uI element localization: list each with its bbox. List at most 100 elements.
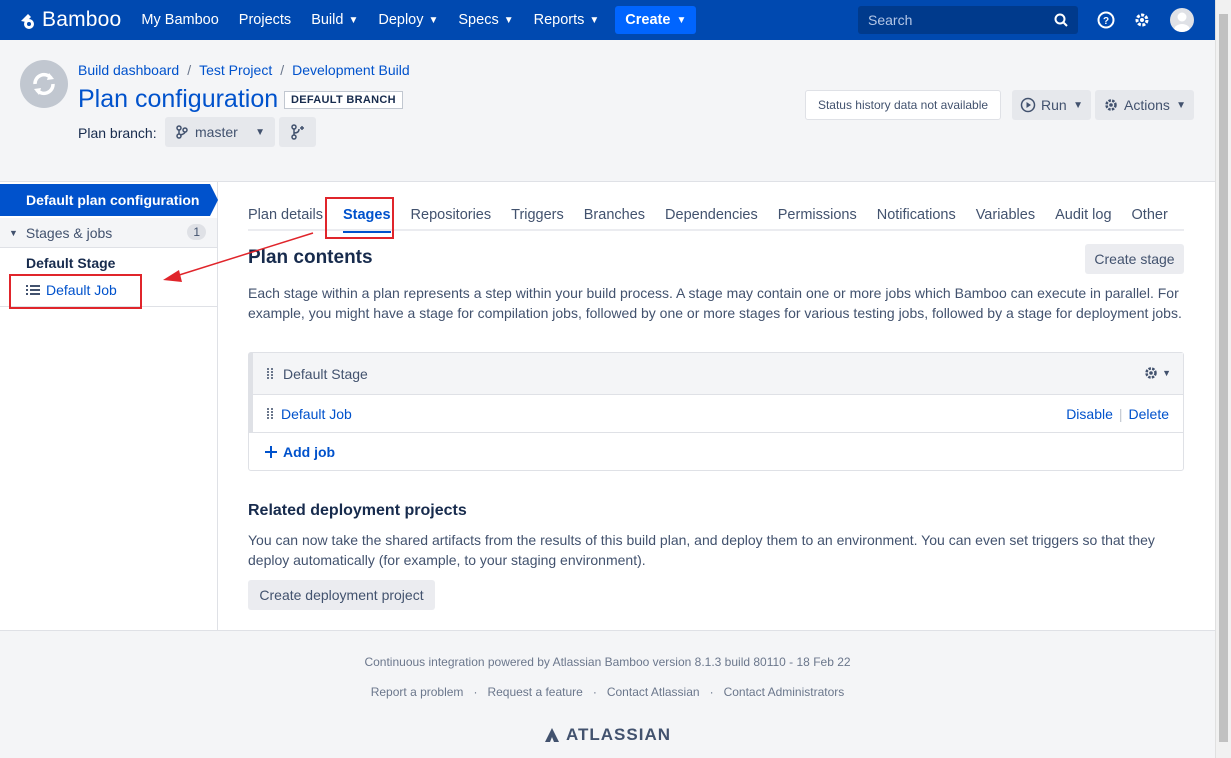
sidebar-item-default-stage[interactable]: Default Stage (26, 255, 115, 271)
status-history-box: Status history data not available (805, 90, 1001, 120)
tab-audit-log[interactable]: Audit log (1055, 207, 1111, 231)
tab-plan-details[interactable]: Plan details (248, 207, 323, 231)
action-separator: | (1118, 406, 1123, 422)
run-button[interactable]: Run ▼ (1012, 90, 1091, 120)
actions-button[interactable]: Actions ▼ (1095, 90, 1194, 120)
request-feature-link[interactable]: Request a feature (487, 685, 582, 699)
breadcrumb-project[interactable]: Test Project (199, 62, 272, 78)
tab-permissions[interactable]: Permissions (778, 207, 857, 231)
help-icon[interactable]: ? (1096, 10, 1116, 30)
tab-notifications[interactable]: Notifications (877, 207, 956, 231)
tab-repositories[interactable]: Repositories (411, 207, 492, 231)
nav-specs[interactable]: Specs ▼ (458, 12, 513, 28)
plus-icon (265, 446, 277, 458)
create-branch-button[interactable] (279, 117, 316, 147)
atlassian-wordmark: ATLASSIAN (565, 725, 671, 744)
nav-label: Reports (533, 12, 585, 28)
sidebar-item-default-plan-configuration[interactable]: Default plan configuration (0, 184, 218, 216)
user-avatar[interactable] (1170, 8, 1194, 32)
stage-settings-button[interactable]: ▼ (1143, 365, 1171, 381)
nav-reports[interactable]: Reports ▼ (534, 12, 600, 28)
job-link[interactable]: Default Job (281, 406, 352, 422)
top-navigation-bar: Bamboo My Bamboo Projects Build ▼ Deploy ▼… (0, 0, 1215, 40)
highlight-default-job (9, 274, 142, 309)
chevron-down-icon: ▼ (348, 14, 359, 26)
stage-header[interactable]: Default Stage ▼ (249, 353, 1183, 395)
nav-my-bamboo[interactable]: My Bamboo (141, 12, 218, 28)
drag-handle-icon[interactable] (267, 407, 275, 420)
nav-label: Deploy (378, 12, 424, 28)
contact-admins-link[interactable]: Contact Administrators (724, 685, 845, 699)
gear-icon (1105, 99, 1117, 111)
drag-handle-icon[interactable] (267, 367, 275, 380)
footer-separator: · (473, 685, 478, 699)
config-sidebar: Default plan configuration ▼ Stages & jo… (0, 182, 218, 631)
nav-label: Specs (458, 12, 499, 28)
disable-job-link[interactable]: Disable (1066, 406, 1113, 422)
sidebar-group-label: Stages & jobs (25, 224, 113, 241)
search-input[interactable]: Search (858, 6, 1078, 34)
content-area: Default plan configuration ▼ Stages & jo… (0, 181, 1215, 631)
delete-job-link[interactable]: Delete (1129, 406, 1169, 422)
create-stage-button[interactable]: Create stage (1085, 244, 1184, 274)
page-scrollbar[interactable] (1215, 0, 1231, 758)
run-label: Run (1041, 97, 1067, 113)
bamboo-logo[interactable]: Bamboo (18, 8, 121, 32)
chevron-down-icon: ▼ (9, 227, 18, 238)
create-button[interactable]: Create ▼ (615, 6, 697, 34)
search-icon (1054, 13, 1068, 27)
add-job-button[interactable]: Add job (265, 444, 335, 460)
footer-separator: · (592, 685, 597, 699)
branch-select[interactable]: master ▼ (165, 117, 275, 147)
chevron-down-icon: ▼ (1162, 368, 1171, 378)
job-actions: Disable | Delete (1066, 406, 1169, 422)
bamboo-logo-icon (21, 14, 34, 29)
stage-container: Default Stage ▼ Default Job Disable | De… (248, 352, 1184, 471)
breadcrumb-separator: / (280, 62, 285, 78)
nav-deploy[interactable]: Deploy ▼ (378, 12, 438, 28)
plan-contents-description: Each stage within a plan represents a st… (248, 285, 1182, 321)
gear-icon[interactable] (1132, 10, 1152, 30)
svg-text:?: ? (1103, 16, 1109, 27)
search-placeholder: Search (868, 12, 913, 28)
tab-dependencies[interactable]: Dependencies (665, 207, 758, 231)
nav-build[interactable]: Build ▼ (311, 12, 358, 28)
atlassian-logo-icon (544, 728, 559, 742)
report-problem-link[interactable]: Report a problem (371, 685, 464, 699)
tab-variables[interactable]: Variables (976, 207, 1035, 231)
plan-contents-heading: Plan contents (248, 247, 373, 268)
actions-label: Actions (1124, 97, 1170, 113)
play-icon (1020, 97, 1036, 113)
plan-branch-label: Plan branch: (78, 125, 157, 141)
job-row: Default Job Disable | Delete (249, 395, 1183, 433)
branch-value: master (195, 124, 238, 140)
tab-triggers[interactable]: Triggers (511, 207, 564, 231)
atlassian-logo[interactable]: ATLASSIAN (0, 725, 1215, 745)
footer-version-text: Continuous integration powered by Atlass… (364, 655, 851, 669)
breadcrumb: Build dashboard / Test Project / Develop… (78, 62, 410, 78)
scrollbar-thumb[interactable] (1219, 14, 1228, 742)
chevron-down-icon: ▼ (255, 126, 265, 138)
breadcrumb-separator: / (187, 62, 192, 78)
create-deployment-project-button[interactable]: Create deployment project (248, 580, 435, 610)
plan-status-icon (20, 60, 68, 108)
branch-icon (176, 125, 188, 139)
breadcrumb-build-dashboard[interactable]: Build dashboard (78, 62, 179, 78)
highlight-stages-tab (325, 197, 394, 239)
brand-name: Bamboo (42, 8, 122, 31)
tab-branches[interactable]: Branches (584, 207, 645, 231)
status-history-text: Status history data not available (817, 98, 989, 112)
sidebar-group-stages-jobs[interactable]: ▼ Stages & jobs 1 (0, 218, 217, 248)
contact-atlassian-link[interactable]: Contact Atlassian (607, 685, 700, 699)
breadcrumb-plan[interactable]: Development Build (292, 62, 410, 78)
stage-name: Default Stage (283, 365, 368, 382)
page-title: Plan configuration (78, 85, 279, 113)
chevron-down-icon: ▼ (428, 14, 439, 26)
default-branch-badge: DEFAULT BRANCH (284, 91, 403, 109)
nav-label: Build (311, 12, 344, 28)
sidebar-item-label: Default plan configuration (26, 192, 200, 208)
chevron-down-icon: ▼ (589, 14, 600, 26)
tab-other[interactable]: Other (1132, 207, 1168, 231)
nav-projects[interactable]: Projects (239, 12, 291, 28)
related-deployments-description: You can now take the shared artifacts fr… (248, 532, 1155, 568)
